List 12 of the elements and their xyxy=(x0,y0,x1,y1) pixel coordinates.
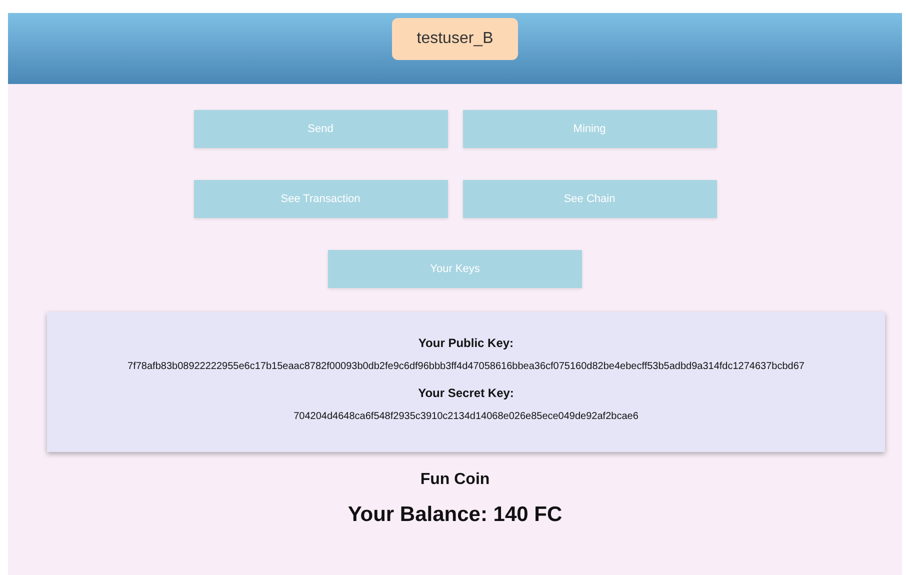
username-badge: testuser_B xyxy=(392,18,518,60)
action-button[interactable]: Your Keys xyxy=(328,250,582,288)
balance: Your Balance: 140 FC xyxy=(348,503,562,527)
action-button[interactable]: Mining xyxy=(462,110,716,148)
coin-name: Fun Coin xyxy=(420,471,490,489)
action-button[interactable]: Send xyxy=(194,110,448,148)
public-key: 7f78afb83b08922222955e6c17b15eaac8782f00093b0db2fe9c6df96bbb3ff4d47058616bbea36cf075160d82be4ebecff53b5adbd9a314fdc1274637bcbd67 xyxy=(128,361,804,372)
action-button[interactable]: See Chain xyxy=(462,180,716,218)
secret-key: 704204d4648ca6f548f2935c3910c2134d14068e026e85ece049de92af2bcae6 xyxy=(294,411,638,422)
action-button[interactable]: See Transaction xyxy=(194,180,448,218)
secret-key-label: Your Secret Key: xyxy=(418,386,514,400)
public-key-label: Your Public Key: xyxy=(418,336,514,350)
